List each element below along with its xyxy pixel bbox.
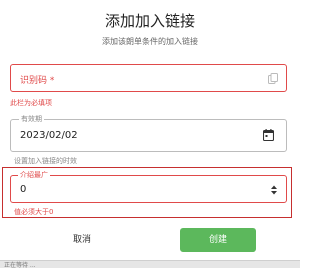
copy-icon[interactable] [268,73,278,84]
max-uses-label: 介绍最广 [18,170,50,180]
expiry-date-label: 有效期 [19,114,44,124]
code-input[interactable]: 识别码 * [10,64,287,92]
cancel-button[interactable]: 取消 [42,228,122,252]
max-uses-value: 0 [20,184,27,195]
expiry-date-input[interactable]: 有效期 2023/02/02 [10,114,287,152]
expiry-date-value: 2023/02/02 [20,130,78,141]
create-button[interactable]: 创建 [180,228,256,252]
dialog-subtitle: 添加该朗单条件的加入链接 [102,37,198,46]
max-uses-error-text: 值必须大于0 [14,208,54,216]
expiry-helper-text: 设置加入链接的时效 [14,157,77,165]
calendar-icon[interactable] [263,129,274,141]
status-bar-text: 正在等待 ... [4,262,36,269]
dialog-title: 添加加入链接 [104,12,195,30]
code-error-text: 此栏为必填项 [10,99,52,107]
code-input-placeholder: 识别码 * [20,76,55,86]
spinner-arrows-icon[interactable] [271,185,277,195]
max-uses-input[interactable]: 介绍最广 0 [10,170,287,203]
